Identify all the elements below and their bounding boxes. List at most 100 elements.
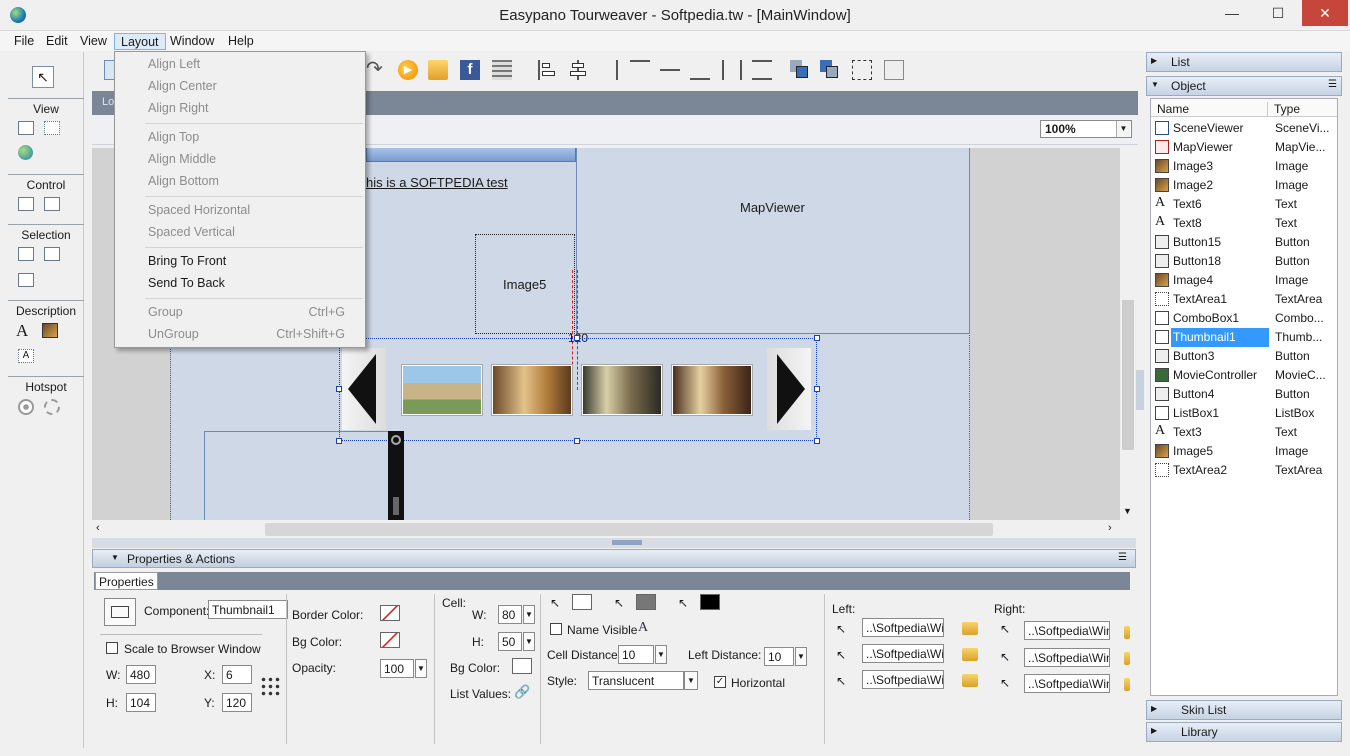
menu-window[interactable]: Window	[164, 33, 220, 50]
align-right-icon[interactable]	[598, 60, 618, 80]
pointer-tool-icon[interactable]: ↖	[32, 66, 54, 88]
list-panel-header[interactable]: ▶ List	[1146, 52, 1342, 72]
browse-folder-icon[interactable]	[1124, 678, 1130, 691]
movie-controller[interactable]	[388, 431, 404, 520]
left-click-path[interactable]: ..\Softpedia\Wi	[862, 670, 944, 689]
object-row[interactable]: Button3 Button	[1155, 347, 1333, 366]
menu-help[interactable]: Help	[222, 33, 260, 50]
browse-folder-icon[interactable]	[962, 674, 978, 687]
col-name[interactable]: Name	[1157, 102, 1189, 116]
panel-menu-icon[interactable]: ☰	[1118, 552, 1127, 563]
menu-item-bring-to-front[interactable]: Bring To Front	[148, 254, 226, 268]
right-hover-path[interactable]: ..\Softpedia\Win	[1024, 648, 1110, 667]
send-back-icon[interactable]	[820, 60, 840, 80]
text-component[interactable]: his is a SOFTPEDIA test	[366, 175, 508, 190]
thumbnail-prev-button[interactable]	[342, 348, 386, 430]
left-hover-path[interactable]: ..\Softpedia\Wi	[862, 644, 944, 663]
opacity-field[interactable]: 100	[380, 659, 414, 678]
scroll-down-icon[interactable]: ▼	[1123, 506, 1132, 516]
object-row[interactable]: A Text6 Text	[1155, 195, 1333, 214]
library-header[interactable]: ▶ Library	[1146, 722, 1342, 742]
text-tool-icon[interactable]: A	[16, 321, 28, 341]
menu-item-align-center[interactable]: Align Center	[148, 79, 217, 93]
y-field[interactable]: 120	[222, 693, 252, 712]
font-icon[interactable]: A	[638, 620, 648, 636]
group-icon[interactable]	[852, 60, 872, 80]
menu-item-align-middle[interactable]: Align Middle	[148, 152, 216, 166]
component-name-field[interactable]: Thumbnail1	[208, 600, 288, 619]
document-tab[interactable]: Lo	[102, 96, 114, 108]
browse-folder-icon[interactable]	[962, 622, 978, 635]
object-row[interactable]: TextArea1 TextArea	[1155, 290, 1333, 309]
menu-item-align-left[interactable]: Align Left	[148, 57, 200, 71]
listbox-tool-icon[interactable]	[18, 273, 34, 287]
bring-front-icon[interactable]	[790, 60, 810, 80]
menu-item-align-right[interactable]: Align Right	[148, 101, 208, 115]
selection-handle[interactable]	[574, 438, 580, 444]
object-row[interactable]: ListBox1 ListBox	[1155, 404, 1333, 423]
menu-item-ungroup[interactable]: UnGroup	[148, 327, 199, 341]
menu-item-send-to-back[interactable]: Send To Back	[148, 276, 225, 290]
panel-menu-icon[interactable]: ☰	[1328, 79, 1337, 90]
cell-width-dropdown[interactable]: ▼	[523, 605, 535, 624]
preview-play-icon[interactable]: ▶	[398, 60, 418, 80]
vertical-scroll-thumb[interactable]	[1122, 300, 1134, 450]
menu-item-spaced-vertical[interactable]: Spaced Vertical	[148, 225, 235, 239]
align-bottom-icon[interactable]	[690, 60, 710, 80]
style-dropdown-icon[interactable]: ▼	[684, 671, 698, 690]
align-middle-icon[interactable]	[660, 60, 680, 80]
name-visible-checkbox[interactable]	[550, 623, 562, 635]
menu-layout[interactable]: Layout	[114, 33, 166, 50]
menu-view[interactable]: View	[74, 33, 113, 50]
hotspot-point-icon[interactable]	[18, 399, 34, 415]
normal-color-button[interactable]	[572, 594, 592, 610]
object-row[interactable]: Button4 Button	[1155, 385, 1333, 404]
sceneviewer-titlebar[interactable]	[366, 148, 576, 162]
object-row[interactable]: TextArea2 TextArea	[1155, 461, 1333, 480]
publish-folder-icon[interactable]	[428, 60, 448, 80]
object-row[interactable]: Image5 Image	[1155, 442, 1333, 461]
menu-item-align-bottom[interactable]: Align Bottom	[148, 174, 219, 188]
object-row[interactable]: Button18 Button	[1155, 252, 1333, 271]
selection-handle[interactable]	[336, 386, 342, 392]
hotspot-polygon-icon[interactable]	[44, 399, 60, 415]
cell-distance-field[interactable]: 10	[618, 645, 654, 664]
thumbnail-image-2[interactable]	[492, 365, 572, 415]
selection-handle[interactable]	[814, 438, 820, 444]
space-horizontal-icon[interactable]	[722, 60, 742, 80]
menu-item-spaced-horizontal[interactable]: Spaced Horizontal	[148, 203, 250, 217]
opacity-dropdown[interactable]: ▼	[415, 659, 427, 678]
selection-handle[interactable]	[814, 335, 820, 341]
thumbnail-image-3[interactable]	[582, 365, 662, 415]
combo-control-icon[interactable]	[44, 197, 60, 211]
menu-edit[interactable]: Edit	[40, 33, 74, 50]
textarea-tool-icon[interactable]: A	[18, 349, 34, 363]
browse-folder-icon[interactable]	[1124, 626, 1130, 639]
browse-folder-icon[interactable]	[962, 648, 978, 661]
object-panel-header[interactable]: ▼ Object ☰	[1146, 76, 1342, 96]
anchor-grid-icon[interactable]	[260, 676, 280, 696]
thumbnail-image-4[interactable]	[672, 365, 752, 415]
view-dotted-icon[interactable]	[44, 121, 60, 135]
col-type[interactable]: Type	[1267, 102, 1300, 116]
left-distance-field[interactable]: 10	[764, 647, 794, 666]
object-row[interactable]: Button15 Button	[1155, 233, 1333, 252]
button-control-icon[interactable]	[18, 197, 34, 211]
cell-width-field[interactable]: 80	[498, 605, 522, 624]
thumbnail-next-button[interactable]	[767, 348, 811, 430]
browse-folder-icon[interactable]	[1124, 652, 1130, 665]
object-row[interactable]: MapViewer MapVie...	[1155, 138, 1333, 157]
right-click-path[interactable]: ..\Softpedia\Win	[1024, 674, 1110, 693]
hover-color-button[interactable]	[636, 594, 656, 610]
height-field[interactable]: 104	[126, 693, 156, 712]
space-vertical-icon[interactable]	[752, 60, 772, 80]
skin-list-header[interactable]: ▶ Skin List	[1146, 700, 1342, 720]
menu-item-align-top[interactable]: Align Top	[148, 130, 199, 144]
cell-height-field[interactable]: 50	[498, 632, 522, 651]
selection-handle[interactable]	[814, 386, 820, 392]
menu-item-group[interactable]: Group	[148, 305, 183, 319]
selection-handle[interactable]	[574, 335, 580, 341]
splitter[interactable]	[92, 538, 1136, 548]
ungroup-icon[interactable]	[884, 60, 904, 80]
border-color-button[interactable]	[380, 605, 400, 621]
